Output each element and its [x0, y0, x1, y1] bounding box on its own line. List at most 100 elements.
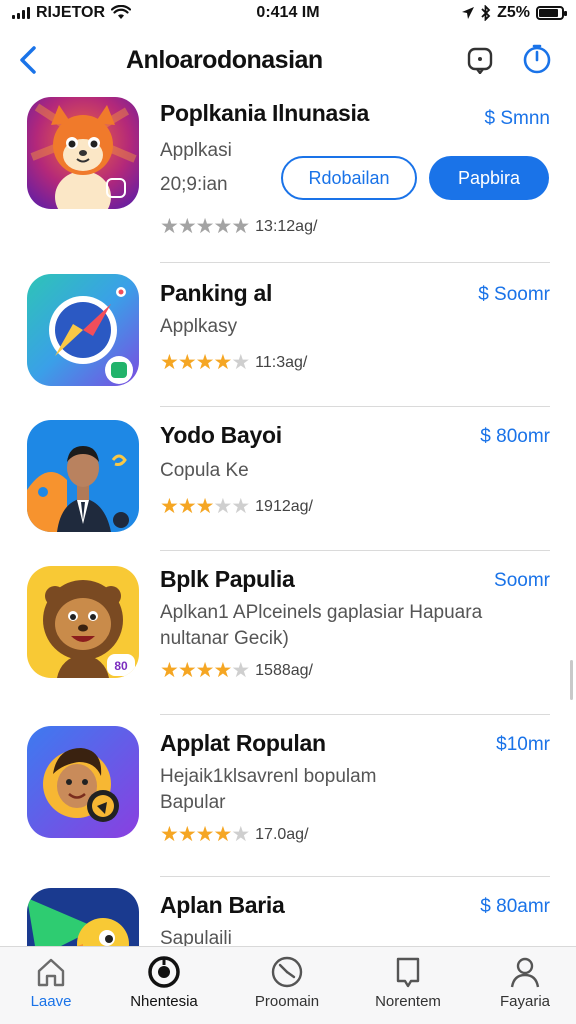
- star-icon: ★: [231, 659, 250, 682]
- timer-button[interactable]: [522, 44, 552, 74]
- app-rating: ★★★★★ 1912ag/: [160, 494, 313, 519]
- star-rating: ★★★★★: [160, 822, 250, 847]
- rating-count: 11:3ag/: [255, 353, 308, 371]
- tab-compass[interactable]: Proomain: [232, 955, 342, 1021]
- star-icon: ★: [177, 823, 197, 846]
- rating-count: 1912ag/: [255, 497, 313, 515]
- app-icon-bird[interactable]: [27, 888, 139, 946]
- tab-label: Nhentesia: [130, 993, 198, 1010]
- star-icon: ★: [195, 659, 215, 682]
- app-name: Bplk Papulia: [160, 566, 295, 592]
- app-name: Poplkania Ilnunasia: [160, 100, 370, 126]
- app-rating: ★★★★★ 13:12ag/: [160, 214, 317, 239]
- row-divider: [160, 262, 550, 263]
- star-icon: ★: [231, 495, 250, 518]
- star-icon: ★: [213, 659, 232, 682]
- app-subtitle-secondary: nultanar Gecik): [160, 628, 289, 649]
- star-icon: ★: [213, 823, 232, 846]
- star-rating: ★★★★★: [160, 214, 250, 239]
- star-rating: ★★★★★: [160, 658, 250, 683]
- tab-label: Laave: [30, 993, 72, 1010]
- tab-label: Norentem: [375, 993, 441, 1010]
- star-icon: ★: [160, 351, 179, 374]
- app-subtitle: Sapulaili: [160, 928, 232, 946]
- tab-bar: Laave Nhentesia Proomain Norentem Fayari…: [0, 946, 576, 1024]
- app-rating: ★★★★★ 11:3ag/: [160, 350, 307, 375]
- star-icon: ★: [231, 823, 250, 846]
- row-divider: [160, 550, 550, 551]
- app-price[interactable]: Soomr: [494, 570, 550, 592]
- list-item[interactable]: Panking al Applkasy $ Soomr ★★★★★ 11:3ag…: [0, 266, 576, 408]
- document-icon: [396, 957, 420, 988]
- list-item[interactable]: Aplan Baria Sapulaili $ 80amr: [0, 878, 576, 946]
- list-item[interactable]: Applat Ropulan Hejaik1klsavrenl bopulam …: [0, 716, 576, 878]
- app-subtitle-secondary: Bapular: [160, 792, 226, 813]
- battery-percent: Z5%: [497, 4, 530, 21]
- chat-bubble-icon: [467, 47, 493, 75]
- star-icon: ★: [231, 215, 250, 238]
- battery-level: [539, 9, 558, 17]
- app-icon-person[interactable]: [27, 420, 139, 532]
- app-price[interactable]: $ Smnn: [485, 108, 550, 130]
- app-name: Yodo Bayoi: [160, 422, 282, 448]
- chat-button[interactable]: [466, 46, 494, 75]
- list-item[interactable]: Yodo Bayoi Copula Ke $ 80omr ★★★★★ 1912a…: [0, 408, 576, 552]
- rating-count: 13:12ag/: [255, 217, 318, 235]
- app-subtitle-secondary: 20;9:ian: [160, 174, 228, 195]
- app-name: Panking al: [160, 280, 273, 306]
- row-divider: [160, 406, 550, 407]
- app-price[interactable]: $ Soomr: [478, 284, 550, 306]
- list-item[interactable]: Poplkania Ilnunasia Applkasi 20;9:ian $ …: [0, 90, 576, 266]
- home-icon: [37, 958, 65, 987]
- tab-label: Proomain: [254, 993, 320, 1010]
- lion-mascot-icon: 80: [27, 566, 139, 678]
- app-icon-avatar[interactable]: [27, 726, 139, 838]
- back-button[interactable]: [14, 42, 44, 78]
- app-subtitle: Applkasy: [160, 316, 238, 337]
- app-icon-fox[interactable]: [27, 97, 139, 209]
- star-icon: ★: [195, 823, 215, 846]
- star-icon: ★: [160, 215, 179, 238]
- list-item[interactable]: 80 Bplk Papulia Aplkan1 APlceinels gapla…: [0, 552, 576, 716]
- compass-icon: [271, 956, 303, 988]
- scrollbar[interactable]: [570, 660, 573, 700]
- app-rating: ★★★★★ 17.0ag/: [160, 822, 309, 847]
- app-name: Aplan Baria: [160, 892, 285, 918]
- star-icon: ★: [177, 215, 197, 238]
- tab-target[interactable]: Nhentesia: [109, 955, 219, 1021]
- app-price[interactable]: $ 80omr: [480, 426, 550, 448]
- page-title: Anloarodonasian: [126, 46, 323, 74]
- wifi-icon: [111, 5, 132, 19]
- star-icon: ★: [177, 495, 197, 518]
- get-button[interactable]: Papbira: [429, 156, 549, 200]
- status-time: 0:414 IM: [256, 4, 320, 21]
- app-price[interactable]: $ 80amr: [480, 896, 550, 918]
- carrier-name: RIJETOR: [36, 4, 106, 21]
- rating-count: 17.0ag/: [255, 825, 309, 843]
- star-icon: ★: [213, 351, 232, 374]
- app-subtitle: Hejaik1klsavrenl bopulam: [160, 766, 377, 787]
- battery-icon: [536, 6, 567, 20]
- star-icon: ★: [195, 495, 215, 518]
- app-icon-compass[interactable]: [27, 274, 139, 386]
- app-name: Applat Ropulan: [160, 730, 326, 756]
- star-rating: ★★★★★: [160, 350, 250, 375]
- star-rating: ★★★★★: [160, 494, 250, 519]
- star-icon: ★: [177, 659, 197, 682]
- tab-home[interactable]: Laave: [0, 955, 106, 1021]
- tab-profile[interactable]: Fayaria: [470, 955, 576, 1021]
- tab-label: Fayaria: [499, 993, 551, 1010]
- person-icon: [510, 957, 540, 988]
- tab-document[interactable]: Norentem: [353, 955, 463, 1021]
- status-left: RIJETOR: [12, 4, 132, 22]
- app-subtitle: Copula Ke: [160, 460, 249, 481]
- app-icon-lion[interactable]: 80: [27, 566, 139, 678]
- star-icon: ★: [195, 351, 215, 374]
- star-icon: ★: [160, 659, 179, 682]
- star-icon: ★: [195, 215, 215, 238]
- businessman-icon: [27, 420, 139, 532]
- open-button[interactable]: Rdobailan: [281, 156, 417, 200]
- app-price[interactable]: $10mr: [496, 734, 550, 756]
- status-bar: RIJETOR 0:414 IM Z5%: [0, 0, 576, 26]
- star-icon: ★: [231, 351, 250, 374]
